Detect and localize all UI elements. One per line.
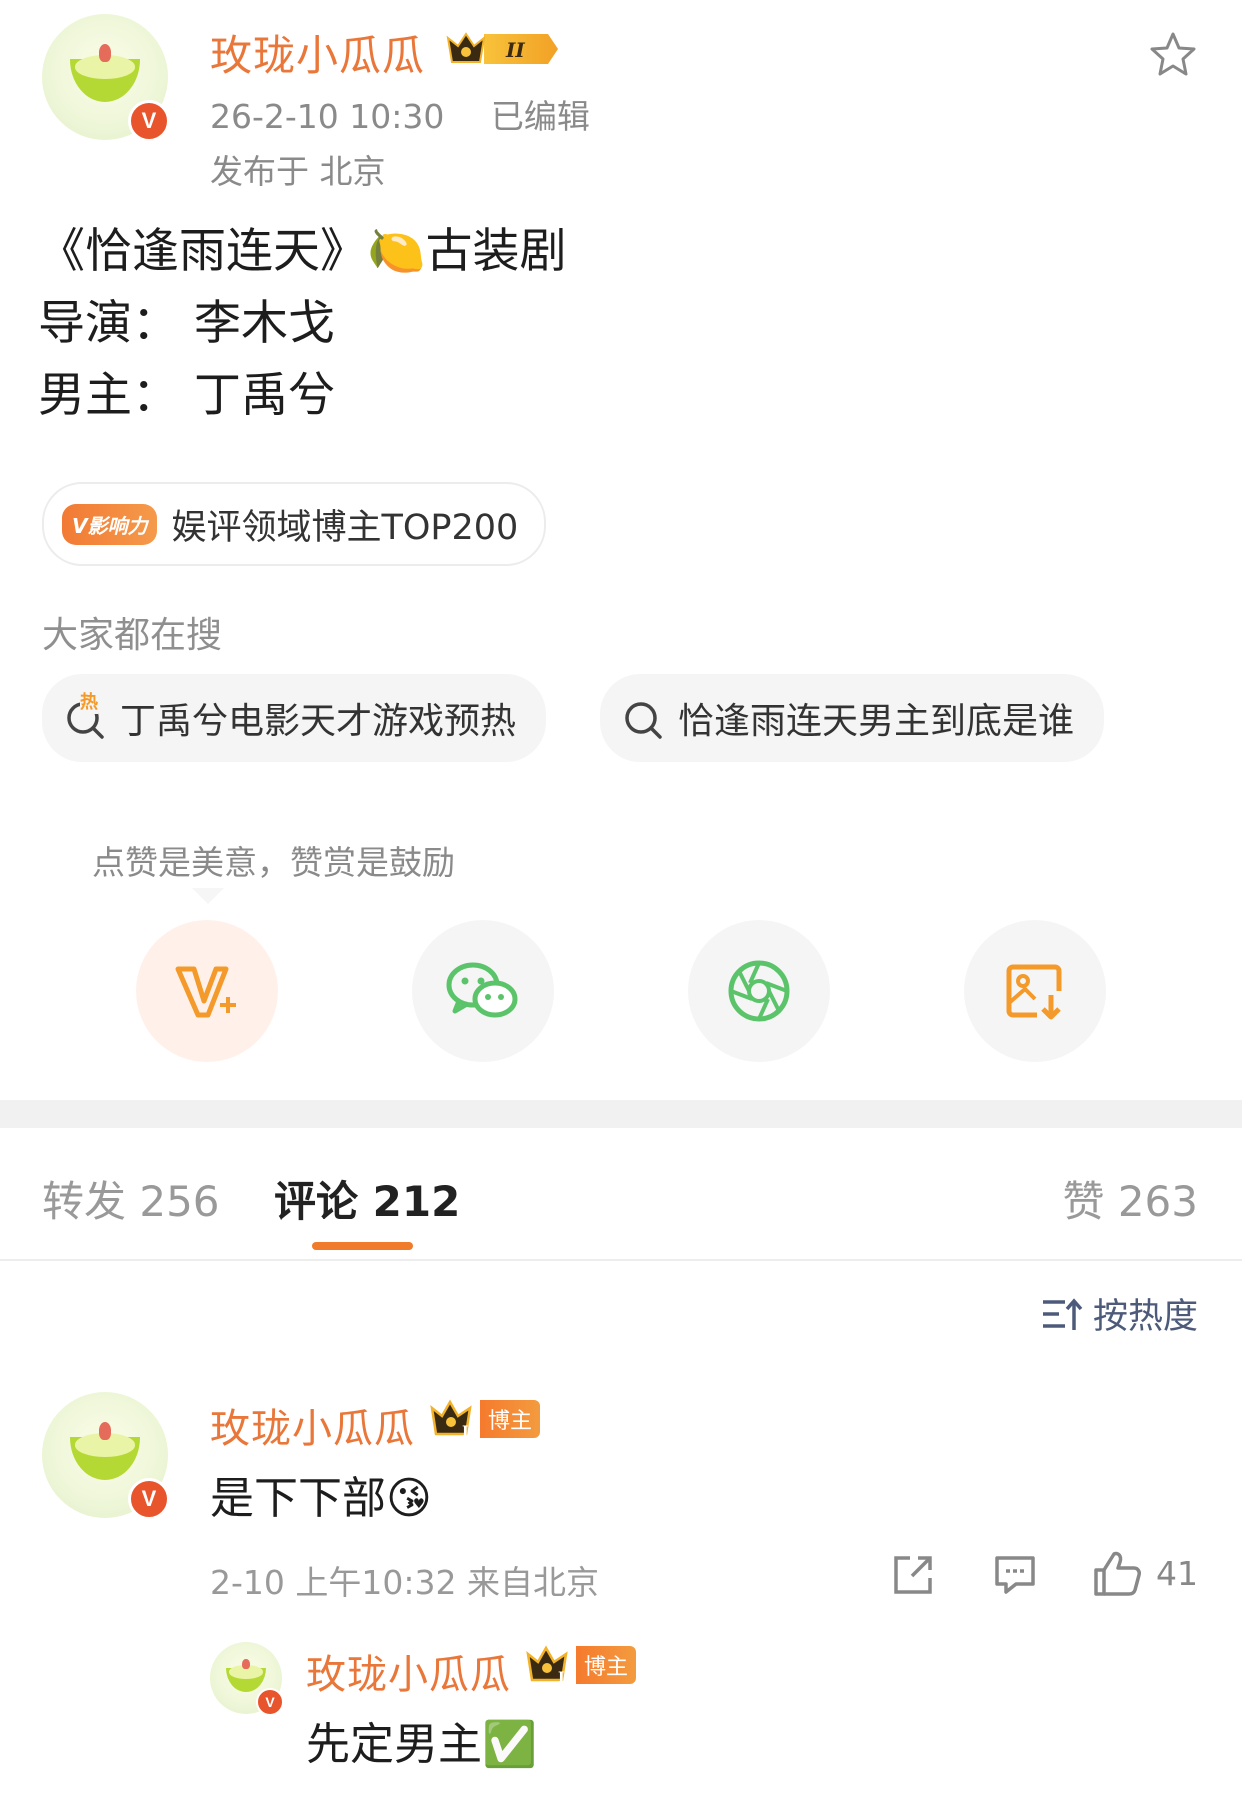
melon-seed [242, 1659, 250, 1670]
save-image-button[interactable] [964, 920, 1106, 1062]
tab-comments[interactable]: 评论 212 [274, 1168, 460, 1229]
svg-text:II: II [505, 38, 525, 62]
verified-badge: V [128, 1478, 170, 1520]
thumbs-up-icon [1094, 1551, 1141, 1596]
verified-badge: V [256, 1688, 284, 1716]
image-download-icon [1006, 964, 1062, 1020]
comment-like-button[interactable]: 41 [1092, 1548, 1198, 1598]
favorite-star-icon[interactable] [1148, 30, 1198, 80]
tabs-divider [0, 1259, 1242, 1261]
blogger-badge: II 博主 [428, 1398, 541, 1440]
commenter-avatar[interactable]: V [42, 1392, 170, 1520]
drama-title[interactable]: 《恰逢雨连天》 [38, 224, 367, 279]
crown-icon: II [446, 32, 558, 64]
post-timestamp: 26-2-10 10:30 已编辑 [210, 90, 590, 138]
hot-glyph: 热 [80, 688, 98, 714]
section-divider [0, 1100, 1242, 1128]
hot-search-icon: 热 [64, 688, 108, 740]
crown-icon: II [430, 1399, 475, 1440]
reply-blogger-badge: II 博主 [524, 1644, 637, 1686]
post-location: 发布于 北京 [210, 152, 386, 191]
share-out-icon [894, 1556, 932, 1594]
comment-reply-button[interactable] [990, 1550, 1040, 1600]
melon-image [69, 1433, 141, 1481]
post-body: 《恰逢雨连天》🍋古装剧 导演： 李木戈 男主： 丁禹兮 [38, 220, 1038, 428]
v-influence-tag: V影响力 [62, 503, 158, 545]
active-tab-underline [312, 1242, 413, 1250]
lemon-emoji: 🍋 [367, 224, 426, 279]
share-moments-button[interactable] [688, 920, 830, 1062]
edited-label: 已编辑 [490, 97, 590, 136]
author-name[interactable]: 玫珑小瓜瓜 [210, 22, 425, 83]
author-avatar[interactable]: V [42, 14, 170, 142]
svg-text:II: II [462, 1424, 475, 1440]
tab-likes[interactable]: 赞 263 [1062, 1168, 1198, 1229]
post-line-2: 导演： 李木戈 [38, 296, 335, 351]
comment-meta: 2-10 上午10:32 来自北京 [210, 1563, 599, 1602]
sort-label: 按热度 [1092, 1297, 1198, 1337]
melon-seed [98, 44, 112, 62]
melon-image [69, 55, 141, 103]
search-suggestion-2[interactable]: 恰逢雨连天男主到底是谁 [600, 674, 1105, 762]
reward-button[interactable] [136, 920, 278, 1062]
check-emoji: ✅ [482, 1719, 537, 1770]
influence-text: 娱评领域博主TOP200 [171, 507, 519, 548]
verified-badge: V [128, 100, 170, 142]
kiss-emoji: 😘 [386, 1473, 432, 1524]
crown-icon: II [526, 1645, 571, 1686]
influence-badge[interactable]: V影响力 娱评领域博主TOP200 [42, 482, 547, 566]
reward-tip: 点赞是美意，赞赏是鼓励 [92, 843, 455, 882]
comment-share-button[interactable] [888, 1550, 938, 1600]
post-line-3: 男主： 丁禹兮 [38, 368, 335, 423]
search-suggestion-text: 丁禹兮电影天才游戏预热 [120, 701, 517, 742]
search-icon [622, 696, 666, 740]
svg-text:II: II [558, 1670, 571, 1686]
share-wechat-button[interactable] [412, 920, 554, 1062]
wechat-icon [446, 962, 518, 1018]
tab-repost[interactable]: 转发 256 [42, 1168, 220, 1229]
reply-avatar[interactable]: V [210, 1642, 284, 1716]
reply-text: 先定男主✅ [306, 1708, 537, 1772]
commenter-name[interactable]: 玫珑小瓜瓜 [210, 1396, 415, 1454]
timestamp-text: 26-2-10 10:30 [210, 97, 445, 136]
comment-body: 是下下部 [210, 1473, 386, 1524]
search-suggestion-1[interactable]: 热 丁禹兮电影天才游戏预热 [42, 674, 547, 762]
search-section-label: 大家都在搜 [42, 615, 223, 656]
v-plus-icon [175, 966, 236, 1018]
search-suggestion-text: 恰逢雨连天男主到底是谁 [678, 701, 1075, 742]
comment-text: 是下下部😘 [210, 1462, 432, 1526]
like-count: 41 [1156, 1553, 1198, 1593]
member-level-badge: II [444, 26, 562, 72]
blogger-label: 博主 [576, 1646, 637, 1684]
post-line-1: 《恰逢雨连天》🍋古装剧 [38, 220, 1038, 284]
genre-text: 古装剧 [425, 224, 567, 279]
comment-bubble-icon [995, 1556, 1035, 1594]
melon-image [225, 1665, 267, 1693]
tip-pointer [192, 888, 224, 904]
sort-toggle[interactable]: 按热度 [1041, 1288, 1198, 1339]
reply-author-name[interactable]: 玫珑小瓜瓜 [306, 1642, 511, 1700]
sort-icon [1042, 1297, 1083, 1330]
reply-body: 先定男主 [306, 1719, 482, 1770]
blogger-label: 博主 [480, 1400, 541, 1438]
melon-seed [98, 1422, 112, 1440]
moments-shutter-icon [728, 960, 790, 1022]
